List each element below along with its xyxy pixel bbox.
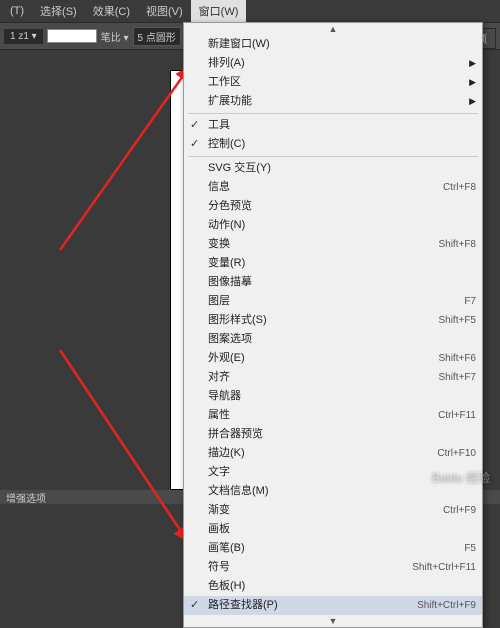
menu-item-label: 控制(C)	[208, 137, 245, 152]
menu-scroll-up[interactable]: ▲	[184, 23, 482, 35]
menu-item[interactable]: ✓ 路径查找器(P) Shift+Ctrl+F9	[184, 596, 482, 615]
menu-shortcut: Ctrl+F8	[443, 180, 476, 195]
menu-item-label: 扩展功能	[208, 94, 252, 109]
menu-shortcut: Shift+F6	[438, 351, 476, 366]
menu-item[interactable]: 属性 Ctrl+F11	[184, 406, 482, 425]
menu-item[interactable]: 图层 F7	[184, 292, 482, 311]
menu-scroll-down[interactable]: ▼	[184, 615, 482, 627]
menu-shortcut: Shift+Ctrl+F11	[412, 560, 476, 575]
menu-shortcut: Shift+F5	[438, 313, 476, 328]
menu-separator	[188, 156, 478, 157]
menu-item[interactable]: 工作区 ▶	[184, 73, 482, 92]
menu-item[interactable]: 导航器	[184, 387, 482, 406]
menu-item[interactable]: 画板	[184, 520, 482, 539]
menu-item[interactable]: 扩展功能 ▶	[184, 92, 482, 111]
menu-window[interactable]: 窗口(W)	[191, 0, 247, 22]
menu-item[interactable]: ✓ 控制(C)	[184, 135, 482, 154]
menu-shortcut: Ctrl+F10	[437, 446, 476, 461]
stroke-preview[interactable]	[47, 29, 97, 43]
menu-item-label: 色板(H)	[208, 579, 245, 594]
menu-shortcut: F5	[464, 541, 476, 556]
menu-item-label: 外观(E)	[208, 351, 245, 366]
menu-item-label: 信息	[208, 180, 230, 195]
menu-item[interactable]: 变量(R)	[184, 254, 482, 273]
menu-item-label: 图层	[208, 294, 230, 309]
menu-item-label: 画笔(B)	[208, 541, 245, 556]
check-icon: ✓	[190, 118, 199, 133]
zoom-dropdown[interactable]: 1 z1 ▾	[4, 29, 43, 44]
menu-item-label: 排列(A)	[208, 56, 245, 71]
menu-shortcut: Shift+Ctrl+F9	[417, 598, 476, 613]
menu-item-label: 文档信息(M)	[208, 484, 269, 499]
menu-item[interactable]: 色板(H)	[184, 577, 482, 596]
menu-item-label: 变量(R)	[208, 256, 245, 271]
menu-item-label: 描边(K)	[208, 446, 245, 461]
menu-item-label: 分色预览	[208, 199, 252, 214]
menu-item[interactable]: 变换 Shift+F8	[184, 235, 482, 254]
menu-item[interactable]: 动作(N)	[184, 216, 482, 235]
menu-item[interactable]: 图案选项	[184, 330, 482, 349]
menu-item-label: 工具	[208, 118, 230, 133]
menu-item-label: 路径查找器(P)	[208, 598, 278, 613]
menu-view[interactable]: 视图(V)	[138, 0, 191, 22]
menu-item-label: 导航器	[208, 389, 241, 404]
menu-item[interactable]: 图像描摹	[184, 273, 482, 292]
menu-item-label: SVG 交互(Y)	[208, 161, 271, 176]
menu-item-label: 工作区	[208, 75, 241, 90]
menu-item[interactable]: ✓ 工具	[184, 116, 482, 135]
check-icon: ✓	[190, 598, 199, 613]
menu-separator	[188, 113, 478, 114]
menu-item-label: 文字	[208, 465, 230, 480]
menu-item[interactable]: 对齐 Shift+F7	[184, 368, 482, 387]
menu-item-label: 画板	[208, 522, 230, 537]
menu-select[interactable]: 选择(S)	[32, 0, 85, 22]
menu-item-label: 新建窗口(W)	[208, 37, 270, 52]
menu-item[interactable]: 信息 Ctrl+F8	[184, 178, 482, 197]
menu-item-label: 对齐	[208, 370, 230, 385]
menu-shortcut: Ctrl+F9	[443, 503, 476, 518]
menu-shortcut: F7	[464, 294, 476, 309]
menu-item-label: 变换	[208, 237, 230, 252]
window-menu-dropdown: ▲ 新建窗口(W) 排列(A) ▶ 工作区 ▶ 扩展功能 ▶ ✓ 工具 ✓ 控制(C) SVG 交互(…	[183, 22, 483, 628]
menu-item-label: 图形样式(S)	[208, 313, 267, 328]
menu-item[interactable]: SVG 交互(Y)	[184, 159, 482, 178]
menu-item[interactable]: 拼合器预览	[184, 425, 482, 444]
submenu-arrow-icon: ▶	[469, 75, 476, 90]
menu-item-label: 图案选项	[208, 332, 252, 347]
menu-item[interactable]: 排列(A) ▶	[184, 54, 482, 73]
menu-item[interactable]: 新建窗口(W)	[184, 35, 482, 54]
brush-size[interactable]: 5 点圆形	[133, 27, 181, 46]
menu-item[interactable]: 描边(K) Ctrl+F10	[184, 444, 482, 463]
menu-item[interactable]: 画笔(B) F5	[184, 539, 482, 558]
menu-shortcut: Shift+F8	[438, 237, 476, 252]
menu-item[interactable]: 分色预览	[184, 197, 482, 216]
menu-item-label: 符号	[208, 560, 230, 575]
menubar: (T) 选择(S) 效果(C) 视图(V) 窗口(W)	[0, 0, 500, 22]
menu-item-label: 图像描摹	[208, 275, 252, 290]
menu-item-label: 渐变	[208, 503, 230, 518]
menu-item-label: 属性	[208, 408, 230, 423]
menu-item[interactable]: 符号 Shift+Ctrl+F11	[184, 558, 482, 577]
menu-item[interactable]: 图形样式(S) Shift+F5	[184, 311, 482, 330]
menu-t[interactable]: (T)	[2, 2, 32, 20]
menu-items-container: 新建窗口(W) 排列(A) ▶ 工作区 ▶ 扩展功能 ▶ ✓ 工具 ✓ 控制(C) SVG 交互(Y)…	[184, 35, 482, 615]
submenu-arrow-icon: ▶	[469, 56, 476, 71]
submenu-arrow-icon: ▶	[469, 94, 476, 109]
stroke-label: 笔比 ▾	[101, 29, 129, 44]
menu-item[interactable]: 外观(E) Shift+F6	[184, 349, 482, 368]
menu-effect[interactable]: 效果(C)	[85, 0, 138, 22]
menu-item-label: 拼合器预览	[208, 427, 263, 442]
check-icon: ✓	[190, 137, 199, 152]
watermark: Baidu 经验	[432, 469, 490, 486]
menu-shortcut: Ctrl+F11	[438, 408, 476, 423]
menu-shortcut: Shift+F7	[438, 370, 476, 385]
menu-item-label: 动作(N)	[208, 218, 245, 233]
